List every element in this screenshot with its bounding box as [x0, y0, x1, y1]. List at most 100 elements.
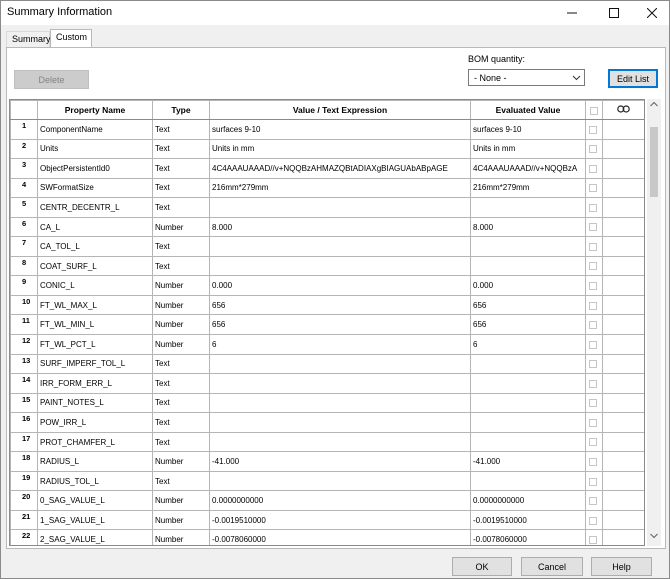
row-checkbox-cell[interactable] — [585, 392, 603, 414]
scrollbar-thumb[interactable] — [650, 127, 658, 197]
minimize-icon[interactable] — [555, 1, 589, 25]
checkbox[interactable] — [589, 360, 597, 369]
table-row[interactable]: 16 POW_IRR_L Text — [10, 412, 644, 433]
checkbox[interactable] — [589, 282, 597, 291]
value-cell[interactable] — [209, 197, 471, 218]
value-cell[interactable] — [209, 470, 471, 492]
row-checkbox-cell[interactable] — [585, 353, 603, 375]
type-cell[interactable]: Number — [152, 314, 210, 336]
table-row[interactable]: 9 CONIC_L Number 0.000 0.000 — [10, 275, 644, 296]
property-name-cell[interactable]: RADIUS_TOL_L — [37, 470, 153, 492]
row-checkbox-cell[interactable] — [585, 509, 603, 531]
row-checkbox-cell[interactable] — [585, 236, 603, 257]
type-cell[interactable]: Text — [152, 412, 210, 433]
row-checkbox-cell[interactable] — [585, 294, 603, 316]
ok-button[interactable]: OK — [452, 557, 512, 576]
row-checkbox-cell[interactable] — [585, 490, 603, 511]
property-name-cell[interactable]: 0_SAG_VALUE_L — [37, 490, 153, 511]
property-name-cell[interactable]: Units — [37, 138, 153, 160]
value-cell[interactable]: 656 — [209, 314, 471, 336]
type-cell[interactable]: Number — [152, 509, 210, 531]
select-all-checkbox[interactable] — [585, 100, 603, 120]
value-cell[interactable]: -41.000 — [209, 451, 471, 472]
table-row[interactable]: 13 SURF_IMPERF_TOL_L Text — [10, 353, 644, 375]
table-row[interactable]: 4 SWFormatSize Text 216mm*279mm 216mm*279mm — [10, 177, 644, 199]
type-cell[interactable]: Number — [152, 334, 210, 355]
value-cell[interactable] — [209, 412, 471, 433]
row-checkbox-cell[interactable] — [585, 334, 603, 355]
checkbox[interactable] — [589, 497, 597, 506]
value-cell[interactable] — [209, 236, 471, 257]
row-checkbox-cell[interactable] — [585, 119, 603, 140]
property-name-cell[interactable]: CA_TOL_L — [37, 236, 153, 257]
checkbox[interactable] — [589, 203, 597, 212]
table-row[interactable]: 19 RADIUS_TOL_L Text — [10, 470, 644, 492]
value-cell[interactable]: -0.0019510000 — [209, 509, 471, 531]
checkbox[interactable] — [589, 145, 597, 154]
type-cell[interactable]: Text — [152, 392, 210, 414]
type-cell[interactable]: Number — [152, 451, 210, 472]
property-name-cell[interactable]: CENTR_DECENTR_L — [37, 197, 153, 218]
row-checkbox-cell[interactable] — [585, 177, 603, 199]
tab-summary[interactable]: Summary — [6, 31, 51, 47]
value-cell[interactable] — [209, 431, 471, 453]
checkbox[interactable] — [589, 536, 597, 545]
table-row[interactable]: 18 RADIUS_L Number -41.000 -41.000 — [10, 451, 644, 472]
checkbox[interactable] — [589, 418, 597, 427]
row-checkbox-cell[interactable] — [585, 158, 603, 179]
help-button[interactable]: Help — [591, 557, 652, 576]
checkbox[interactable] — [589, 301, 597, 310]
value-cell[interactable]: 656 — [209, 294, 471, 316]
delete-button[interactable]: Delete — [14, 70, 89, 89]
checkbox[interactable] — [589, 262, 597, 271]
type-cell[interactable]: Number — [152, 490, 210, 511]
row-checkbox-cell[interactable] — [585, 431, 603, 453]
value-cell[interactable]: -0.0078060000 — [209, 529, 471, 545]
property-name-cell[interactable]: PROT_CHAMFER_L — [37, 431, 153, 453]
type-cell[interactable]: Text — [152, 138, 210, 160]
type-cell[interactable]: Number — [152, 529, 210, 545]
bom-quantity-select[interactable]: - None - — [468, 69, 585, 86]
table-row[interactable]: 17 PROT_CHAMFER_L Text — [10, 431, 644, 453]
checkbox[interactable] — [589, 184, 597, 193]
table-row[interactable]: 2 Units Text Units in mm Units in mm — [10, 138, 644, 160]
table-row[interactable]: 12 FT_WL_PCT_L Number 6 6 — [10, 334, 644, 355]
checkbox[interactable] — [589, 379, 597, 388]
type-cell[interactable]: Number — [152, 294, 210, 316]
type-cell[interactable]: Text — [152, 431, 210, 453]
property-name-cell[interactable]: RADIUS_L — [37, 451, 153, 472]
table-row[interactable]: 8 COAT_SURF_L Text — [10, 255, 644, 277]
row-checkbox-cell[interactable] — [585, 197, 603, 218]
row-checkbox-cell[interactable] — [585, 529, 603, 545]
type-cell[interactable]: Text — [152, 236, 210, 257]
type-cell[interactable]: Text — [152, 177, 210, 199]
value-cell[interactable] — [209, 373, 471, 394]
value-cell[interactable]: 4C4AAAUAAAD//v+NQQBzAHMAZQBtADIAXgBIAGUA… — [209, 158, 471, 179]
property-name-cell[interactable]: FT_WL_MIN_L — [37, 314, 153, 336]
edit-list-button[interactable]: Edit List — [608, 69, 658, 88]
checkbox[interactable] — [589, 516, 597, 525]
cancel-button[interactable]: Cancel — [521, 557, 583, 576]
scroll-down-icon[interactable] — [650, 532, 658, 541]
table-row[interactable]: 22 2_SAG_VALUE_L Number -0.0078060000 -0.007… — [10, 529, 644, 545]
value-cell[interactable] — [209, 353, 471, 375]
property-name-cell[interactable]: 2_SAG_VALUE_L — [37, 529, 153, 545]
property-name-cell[interactable]: COAT_SURF_L — [37, 255, 153, 277]
row-checkbox-cell[interactable] — [585, 373, 603, 394]
value-cell[interactable] — [209, 392, 471, 414]
checkbox[interactable] — [589, 321, 597, 330]
table-row[interactable]: 10 FT_WL_MAX_L Number 656 656 — [10, 294, 644, 316]
type-cell[interactable]: Text — [152, 373, 210, 394]
type-cell[interactable]: Number — [152, 216, 210, 238]
table-row[interactable]: 3 ObjectPersistentId0 Text 4C4AAAUAAAD//v+N… — [10, 158, 644, 179]
table-row[interactable]: 21 1_SAG_VALUE_L Number -0.0019510000 -0.001… — [10, 509, 644, 531]
row-checkbox-cell[interactable] — [585, 216, 603, 238]
value-cell[interactable]: 6 — [209, 334, 471, 355]
table-row[interactable]: 5 CENTR_DECENTR_L Text — [10, 197, 644, 218]
value-cell[interactable]: 216mm*279mm — [209, 177, 471, 199]
type-cell[interactable]: Text — [152, 470, 210, 492]
property-name-cell[interactable]: FT_WL_PCT_L — [37, 334, 153, 355]
maximize-icon[interactable] — [597, 1, 631, 25]
vertical-scrollbar[interactable] — [647, 99, 661, 546]
row-checkbox-cell[interactable] — [585, 138, 603, 160]
